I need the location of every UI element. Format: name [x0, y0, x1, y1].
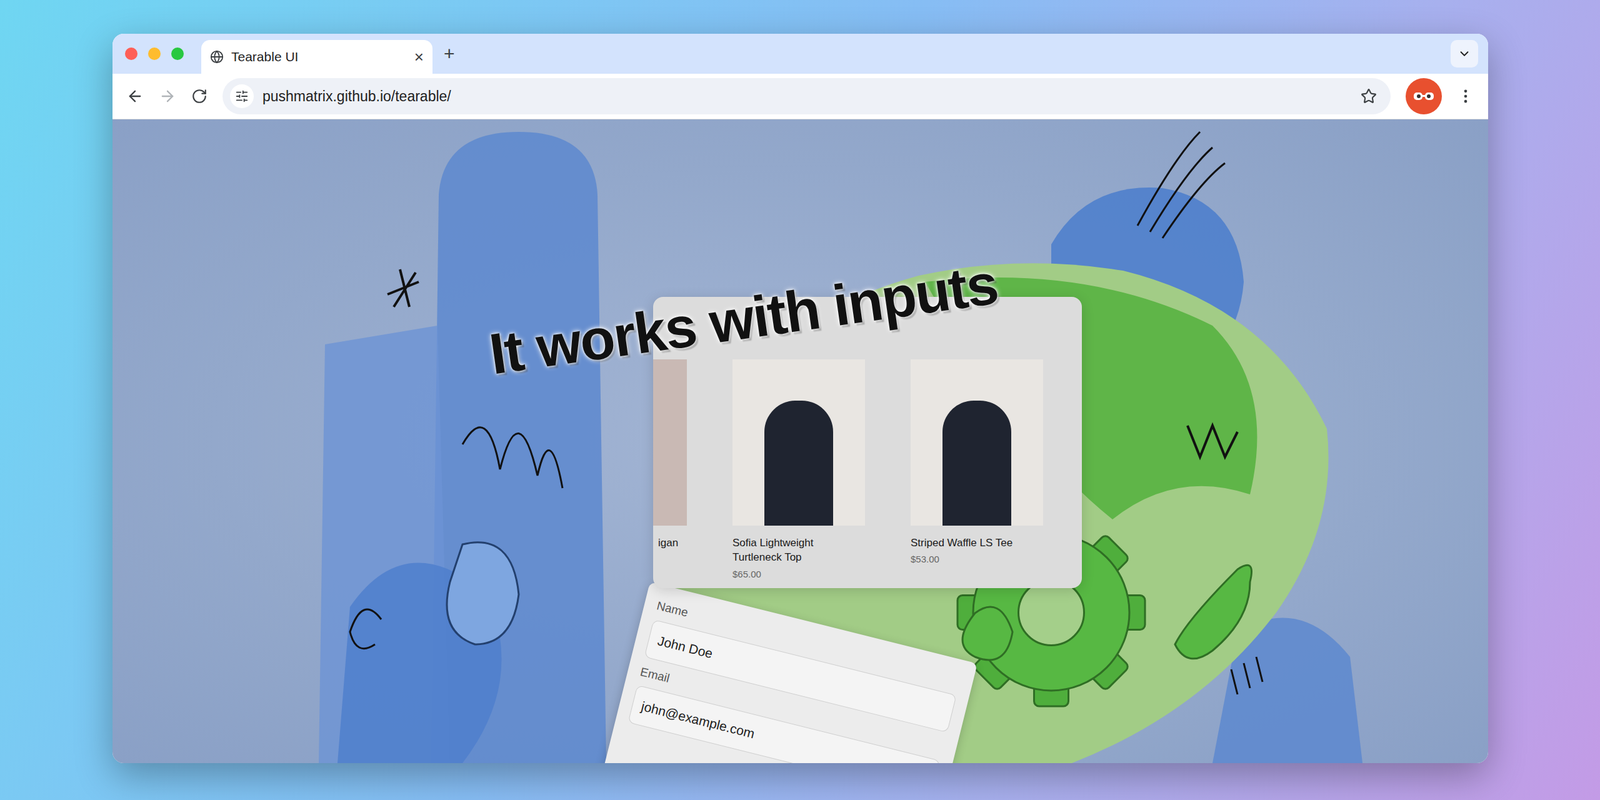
- tab-bar: Tearable UI× +: [112, 33, 1489, 74]
- product-item[interactable]: igan: [653, 359, 687, 582]
- bookmark-star-icon[interactable]: [1360, 88, 1377, 105]
- chevron-down-icon: [1457, 46, 1472, 61]
- product-price: $53.00: [910, 552, 1044, 567]
- maximize-window-button[interactable]: [171, 47, 184, 60]
- product-price: $65.00: [732, 567, 865, 582]
- product-photo: [653, 359, 687, 526]
- menu-icon[interactable]: [1456, 87, 1475, 105]
- close-tab-button[interactable]: ×: [414, 48, 424, 65]
- desktop: Tearable UI× + pushmatrix.github.io/tearab…: [0, 0, 1600, 800]
- product-photo: [732, 359, 865, 526]
- forward-icon[interactable]: [158, 87, 177, 105]
- profile-avatar[interactable]: [1405, 78, 1442, 115]
- address-bar[interactable]: pushmatrix.github.io/tearable/: [222, 78, 1391, 115]
- page-canvas: NameJohn DoeEmailjohn@example.comiganSof…: [112, 119, 1489, 764]
- new-tab-button[interactable]: +: [443, 44, 455, 64]
- toolbar: pushmatrix.github.io/tearable/: [112, 73, 1489, 120]
- minimize-window-button[interactable]: [148, 47, 161, 60]
- product-photo: [910, 359, 1044, 526]
- close-window-button[interactable]: [125, 47, 138, 60]
- reload-icon[interactable]: [191, 88, 208, 105]
- product-name: Sofia Lightweight Turtleneck Top: [732, 535, 865, 565]
- browser-window: Tearable UI× + pushmatrix.github.io/tearab…: [112, 33, 1489, 764]
- tab-search-button[interactable]: [1450, 40, 1479, 68]
- profile-glasses-icon: [1413, 91, 1435, 102]
- product-name: Striped Waffle LS Tee: [910, 535, 1044, 550]
- back-icon[interactable]: [126, 87, 144, 105]
- product-item[interactable]: Striped Waffle LS Tee $53.00: [910, 359, 1044, 582]
- product-name: igan: [653, 535, 687, 550]
- product-item[interactable]: Sofia Lightweight Turtleneck Top $65.00: [732, 359, 865, 582]
- globe-icon: [210, 50, 224, 64]
- browser-tab[interactable]: Tearable UI×: [201, 40, 433, 74]
- site-info-icon[interactable]: [235, 89, 249, 104]
